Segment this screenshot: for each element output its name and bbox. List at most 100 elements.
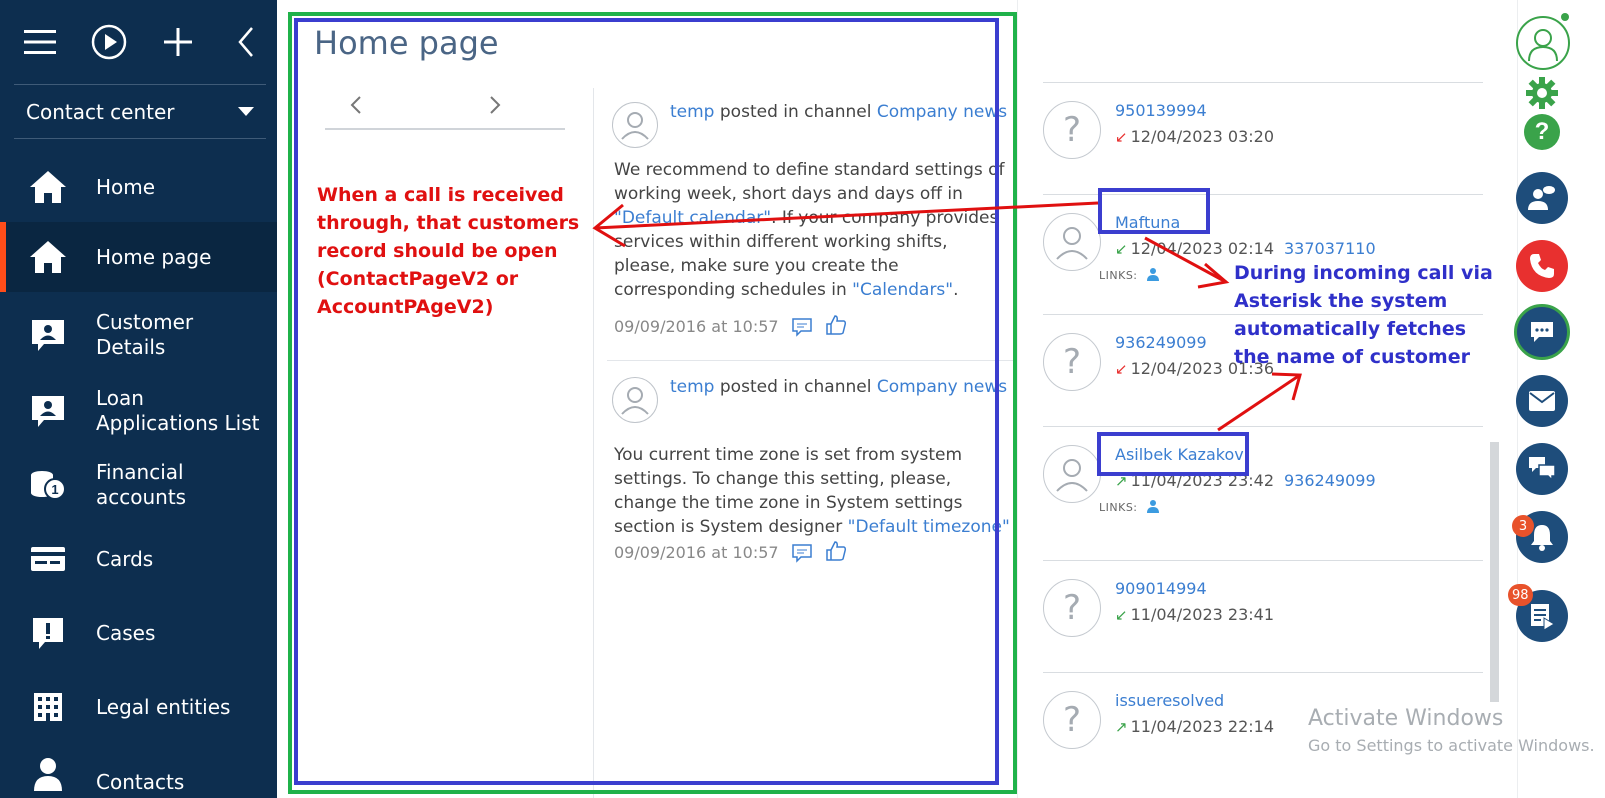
default-timezone-link[interactable]: "Default timezone"	[848, 517, 1010, 537]
sidebar-item-label: Loan Applications List	[96, 386, 260, 435]
sidebar-item-customer-details[interactable]: Customer Details	[0, 300, 277, 370]
coins-icon: 1	[28, 465, 68, 505]
plus-icon[interactable]	[158, 22, 198, 62]
post-author-link[interactable]: temp	[670, 102, 714, 122]
call-contact-name[interactable]: 936249099	[1115, 333, 1207, 352]
feed-post: temp posted in channel Company news You …	[612, 375, 1012, 575]
comment-icon[interactable]	[790, 542, 814, 564]
like-icon[interactable]	[824, 314, 848, 336]
chevron-down-icon	[238, 107, 254, 116]
sidebar-item-label: Contacts	[96, 770, 185, 794]
messages-icon[interactable]	[1516, 443, 1568, 495]
default-calendar-link[interactable]: "Default calendar"	[614, 208, 771, 228]
column-divider	[593, 88, 594, 798]
call-item[interactable]: ?	[1043, 0, 1483, 40]
like-icon[interactable]	[824, 540, 848, 562]
home-icon	[28, 167, 68, 207]
sidebar-divider	[14, 84, 266, 85]
call-item[interactable]: ? 950139994 ↙ 12/04/2023 03:20	[1043, 82, 1483, 182]
post-action-text: posted in channel	[719, 377, 872, 397]
post-channel-link[interactable]: Company news	[877, 377, 1007, 397]
sidebar-item-financial-accounts[interactable]: 1 Financial accounts	[0, 450, 277, 520]
sidebar-item-cases[interactable]: Cases	[0, 598, 277, 668]
watermark-title: Activate Windows	[1308, 706, 1504, 731]
workspace-selector[interactable]: Contact center	[14, 88, 266, 136]
call-datetime: 11/04/2023 23:41	[1130, 605, 1274, 624]
watermark-subtitle: Go to Settings to activate Windows.	[1308, 736, 1595, 755]
call-timestamp: ↙ 12/04/2023 02:14 337037110	[1115, 239, 1376, 258]
call-phone-number[interactable]: 337037110	[1284, 239, 1376, 258]
sidebar-item-loan-applications[interactable]: Loan Applications List	[0, 376, 277, 446]
call-contact-name[interactable]: 950139994	[1115, 101, 1207, 120]
scrollbar[interactable]	[1490, 442, 1499, 702]
contact-chat-icon[interactable]	[1516, 172, 1568, 224]
post-text: .	[953, 280, 959, 300]
calendars-link[interactable]: "Calendars"	[852, 280, 953, 300]
online-status-dot	[1561, 13, 1569, 21]
avatar[interactable]	[612, 102, 658, 148]
post-body: We recommend to define standard settings…	[614, 158, 1014, 302]
missed-call-icon: ↙	[1115, 128, 1128, 146]
post-action-text: posted in channel	[719, 102, 872, 122]
help-icon[interactable]: ?	[1524, 114, 1560, 150]
sidebar-item-label: Cards	[96, 546, 154, 571]
call-contact-name[interactable]: Maftuna	[1115, 213, 1180, 232]
sidebar-item-cards[interactable]: Cards	[0, 524, 277, 594]
call-phone-number[interactable]: 936249099	[1284, 471, 1376, 490]
comment-icon[interactable]	[790, 316, 814, 338]
post-text: We recommend to define standard settings…	[614, 160, 1005, 204]
links-label: LINKS:	[1099, 501, 1138, 514]
unknown-contact-avatar: ?	[1043, 691, 1101, 749]
avatar	[1043, 445, 1101, 503]
call-item[interactable]: ? 909014994 ↙ 11/04/2023 23:41	[1043, 560, 1483, 660]
gear-icon[interactable]	[1523, 74, 1561, 112]
chevron-right-icon[interactable]	[480, 90, 510, 120]
post-date: 09/09/2016 at 10:57	[614, 317, 779, 336]
feed-badge: 98	[1508, 584, 1533, 606]
sidebar-item-home-page[interactable]: Home page	[0, 222, 277, 292]
building-icon	[28, 687, 68, 727]
post-author-link[interactable]: temp	[670, 377, 714, 397]
call-timestamp: ↗ 11/04/2023 22:14	[1115, 717, 1274, 736]
sidebar-item-label: Customer Details	[96, 310, 194, 359]
call-contact-name[interactable]: issueresolved	[1115, 691, 1224, 710]
svg-text:1: 1	[51, 482, 58, 497]
unknown-contact-avatar: ?	[1043, 579, 1101, 637]
post-channel-link[interactable]: Company news	[877, 102, 1007, 122]
sidebar-item-legal-entities[interactable]: Legal entities	[0, 672, 277, 742]
workspace-label: Contact center	[26, 100, 175, 124]
sidebar-item-contacts[interactable]: Contacts	[0, 748, 277, 798]
post-body: You current time zone is set from system…	[614, 443, 1014, 539]
post-header: temp posted in channel Company news	[670, 377, 1007, 397]
call-contact-name[interactable]: Asilbek Kazakov	[1115, 445, 1244, 464]
call-links: LINKS:	[1099, 499, 1160, 516]
sidebar-item-label: Home page	[96, 244, 212, 269]
linked-contact-icon[interactable]	[1146, 499, 1160, 516]
links-label: LINKS:	[1099, 269, 1138, 282]
avatar[interactable]	[612, 377, 658, 423]
sidebar-toolbar	[0, 0, 277, 82]
linked-contact-icon[interactable]	[1146, 267, 1160, 284]
person-icon	[28, 754, 68, 794]
post-date: 09/09/2016 at 10:57	[614, 543, 779, 562]
profile-icon[interactable]	[1516, 16, 1570, 70]
email-icon[interactable]	[1516, 375, 1568, 427]
phone-icon[interactable]	[1516, 240, 1568, 292]
call-item[interactable]: Asilbek Kazakov ↗ 11/04/2023 23:42 93624909…	[1043, 426, 1483, 526]
outgoing-call-icon: ↗	[1115, 718, 1128, 736]
chevron-left-icon[interactable]	[341, 90, 371, 120]
card-icon	[28, 539, 68, 579]
notifications-badge: 3	[1512, 515, 1534, 537]
sidebar-item-label: Home	[96, 174, 156, 199]
post-divider	[607, 360, 1017, 361]
chat-icon[interactable]	[1514, 304, 1570, 360]
collapse-icon[interactable]	[226, 22, 266, 62]
sidebar-item-home[interactable]: Home	[0, 152, 277, 222]
annotation-red-note: When a call is received through, that cu…	[317, 184, 580, 318]
id-card-icon	[28, 391, 68, 431]
feed-post: temp posted in channel Company news We r…	[612, 100, 1012, 360]
call-contact-name[interactable]: 909014994	[1115, 579, 1207, 598]
menu-icon[interactable]	[20, 22, 60, 62]
play-icon[interactable]	[89, 22, 129, 62]
page-title: Home page	[314, 24, 499, 62]
